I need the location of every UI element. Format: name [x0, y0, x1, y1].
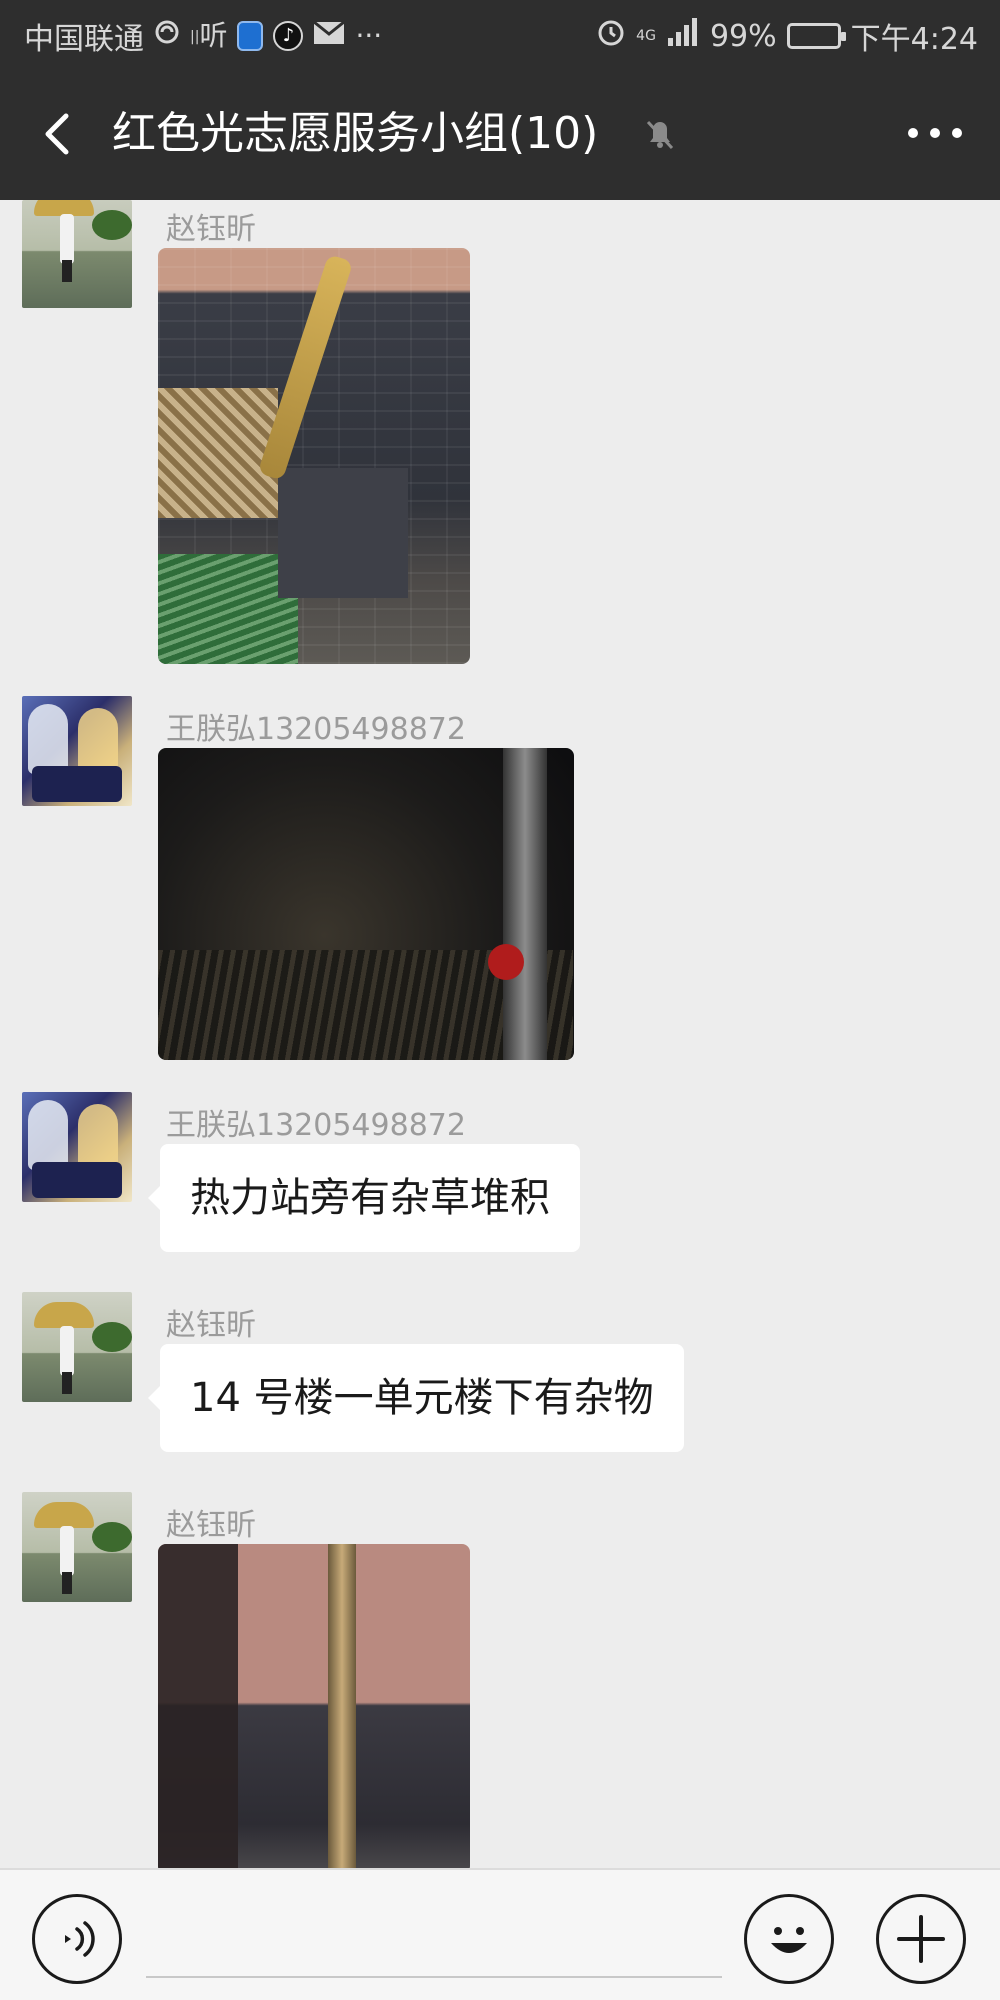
- sender-name: 赵钰昕: [166, 212, 256, 247]
- message-list[interactable]: 赵钰昕 王朕弘13205498872 王朕弘13205498872 热力站旁有杂…: [0, 200, 1000, 1868]
- battery-percent: 99%: [709, 18, 777, 54]
- avatar[interactable]: [22, 1092, 132, 1202]
- clock: 下午4:24: [850, 22, 978, 57]
- listen-label: 听: [199, 18, 228, 52]
- message-input[interactable]: [146, 1898, 722, 1978]
- avatar[interactable]: [22, 696, 132, 806]
- avatar[interactable]: [22, 1292, 132, 1402]
- bell-off-icon: [640, 114, 680, 154]
- message-item: 王朕弘13205498872: [0, 696, 1000, 1076]
- sender-name: 赵钰昕: [166, 1508, 256, 1543]
- plus-icon: [897, 1915, 945, 1963]
- message-item: 赵钰昕: [0, 1492, 1000, 1868]
- more-dot-icon: [930, 128, 940, 138]
- tiktok-icon: ♪: [273, 21, 304, 51]
- message-item: 赵钰昕 14 号楼一单元楼下有杂物: [0, 1292, 1000, 1472]
- status-bar-right: 4G 99% 下午4:24: [596, 14, 978, 58]
- voice-button[interactable]: [32, 1894, 122, 1984]
- network-type-label: 4G: [636, 28, 656, 44]
- status-bar: 中国联通 ||听 ♪ ··· 4G 99% 下午4:24: [0, 0, 1000, 68]
- more-dot-icon: [908, 128, 918, 138]
- message-item: 王朕弘13205498872 热力站旁有杂草堆积: [0, 1092, 1000, 1272]
- emoji-icon: [771, 1927, 807, 1953]
- voice-icon: [65, 1921, 95, 1957]
- more-options-button[interactable]: [900, 108, 970, 158]
- listen-app-icon: ||听: [190, 18, 228, 52]
- avatar[interactable]: [22, 1492, 132, 1602]
- text-bubble[interactable]: 热力站旁有杂草堆积: [148, 1144, 580, 1252]
- image-message[interactable]: [158, 1544, 470, 1868]
- more-actions-button[interactable]: [876, 1894, 966, 1984]
- image-message[interactable]: [158, 248, 470, 664]
- status-bar-left: 中国联通 ||听 ♪ ···: [24, 14, 382, 58]
- swirl-icon: [154, 19, 180, 53]
- more-notifications-label: ···: [355, 19, 383, 52]
- image-message[interactable]: [158, 748, 574, 1060]
- message-item: 赵钰昕: [0, 200, 1000, 670]
- back-button[interactable]: [30, 104, 90, 164]
- mail-icon: [313, 19, 346, 53]
- chat-header: 红色光志愿服务小组(10): [0, 68, 1000, 200]
- battery-icon: [786, 23, 846, 49]
- shield-icon: [237, 21, 264, 51]
- alarm-icon: [596, 17, 626, 55]
- carrier-label: 中国联通: [24, 22, 144, 57]
- avatar[interactable]: [22, 200, 132, 308]
- sender-name: 赵钰昕: [166, 1308, 256, 1343]
- sender-name: 王朕弘13205498872: [166, 712, 466, 747]
- sender-name: 王朕弘13205498872: [166, 1108, 466, 1143]
- input-bar: [0, 1868, 1000, 2000]
- signal-icon: [666, 18, 700, 54]
- page-title: 红色光志愿服务小组(10): [112, 108, 599, 159]
- chevron-left-icon: [45, 113, 69, 155]
- emoji-button[interactable]: [744, 1894, 834, 1984]
- text-bubble[interactable]: 14 号楼一单元楼下有杂物: [148, 1344, 684, 1452]
- more-dot-icon: [952, 128, 962, 138]
